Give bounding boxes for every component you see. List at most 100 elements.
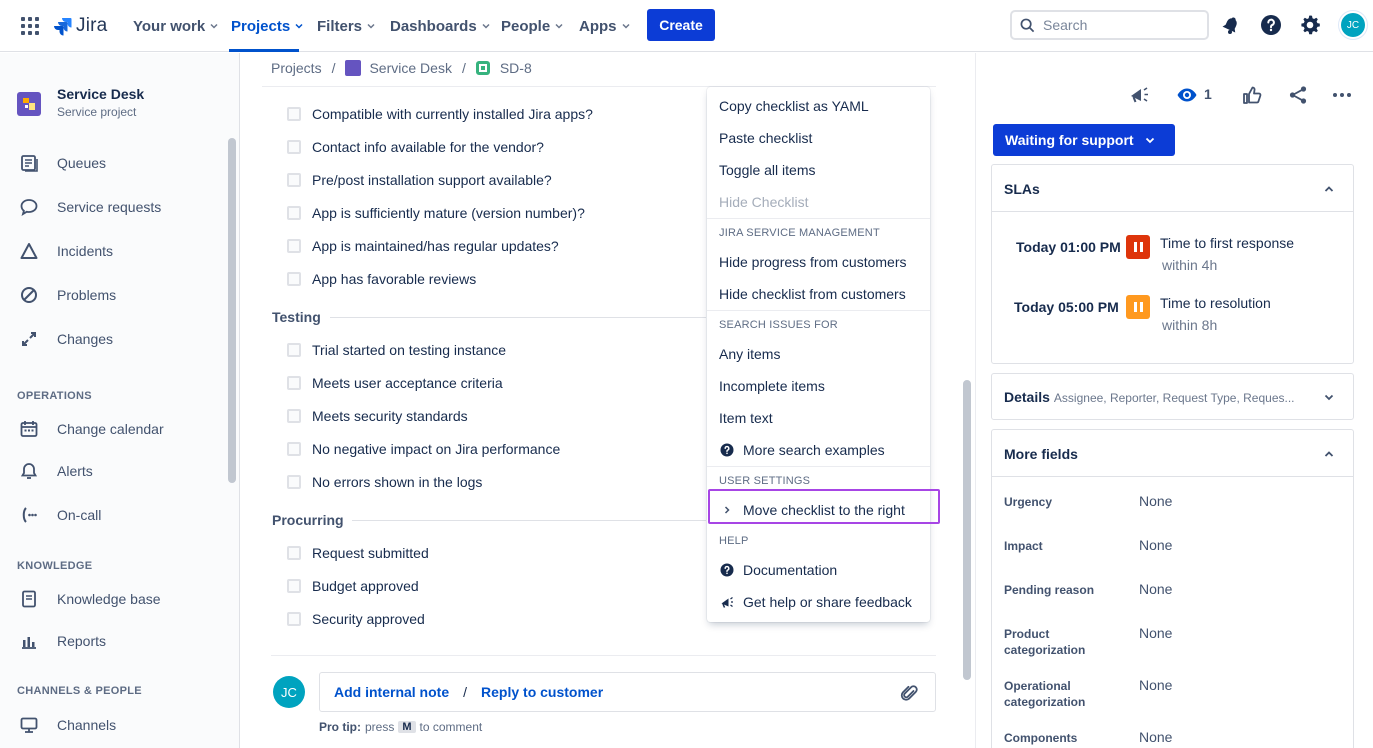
breadcrumb-issue-key[interactable]: SD-8 — [500, 60, 532, 76]
nav-filters[interactable]: Filters — [317, 16, 376, 36]
status-label: Waiting for support — [1005, 132, 1134, 148]
sidebar-item-alerts[interactable]: Alerts — [17, 459, 93, 483]
checkbox[interactable] — [287, 612, 301, 626]
user-avatar[interactable]: JC — [1341, 13, 1365, 37]
nav-dashboards[interactable]: Dashboards — [390, 16, 491, 36]
create-button[interactable]: Create — [647, 9, 715, 41]
nav-apps[interactable]: Apps — [579, 16, 631, 36]
checkbox[interactable] — [287, 239, 301, 253]
checkbox[interactable] — [287, 475, 301, 489]
breadcrumb-project[interactable]: Service Desk — [369, 60, 451, 76]
sidebar-item-label: Incidents — [57, 243, 114, 259]
slas-title[interactable]: SLAs — [1004, 181, 1040, 197]
field-value-urgency[interactable]: None — [1139, 493, 1172, 509]
notifications-icon[interactable] — [1220, 14, 1242, 36]
checkbox[interactable] — [287, 206, 301, 220]
sidebar-item-incidents[interactable]: Incidents — [17, 239, 113, 263]
project-name[interactable]: Service Desk — [57, 86, 144, 102]
paperclip-icon[interactable] — [899, 683, 919, 703]
feedback-megaphone-icon[interactable] — [1129, 84, 1151, 106]
menu-item-paste-checklist[interactable]: Paste checklist — [719, 128, 812, 148]
checklist-item[interactable]: App is maintained/has regular updates? — [287, 236, 559, 256]
chevron-down-icon[interactable] — [1323, 391, 1335, 403]
menu-item-item-text[interactable]: Item text — [719, 408, 773, 428]
breadcrumb-projects[interactable]: Projects — [271, 60, 322, 76]
checkbox[interactable] — [287, 107, 301, 121]
checklist-item[interactable]: Trial started on testing instance — [287, 340, 506, 360]
checkbox[interactable] — [287, 546, 301, 560]
sidebar-item-change-calendar[interactable]: Change calendar — [17, 417, 164, 441]
checklist-item[interactable]: Budget approved — [287, 576, 419, 596]
nav-projects[interactable]: Projects — [231, 16, 304, 36]
sidebar-item-on-call[interactable]: On-call — [17, 503, 101, 527]
watch-eye-icon[interactable] — [1176, 84, 1198, 106]
menu-item-any-items[interactable]: Any items — [719, 344, 780, 364]
checklist-item[interactable]: Pre/post installation support available? — [287, 170, 552, 190]
settings-gear-icon[interactable] — [1299, 14, 1321, 36]
search-box[interactable] — [1010, 10, 1209, 40]
checkbox[interactable] — [287, 173, 301, 187]
sidebar-item-reports[interactable]: Reports — [17, 629, 106, 653]
menu-item-hide-progress[interactable]: Hide progress from customers — [719, 252, 907, 272]
menu-item-copy-yaml[interactable]: Copy checklist as YAML — [719, 96, 869, 116]
checklist-item[interactable]: Security approved — [287, 609, 425, 629]
sidebar-item-label: Service requests — [57, 199, 162, 215]
checklist-item[interactable]: No negative impact on Jira performance — [287, 439, 560, 459]
add-internal-note-link[interactable]: Add internal note — [334, 684, 449, 700]
menu-item-incomplete-items[interactable]: Incomplete items — [719, 376, 825, 396]
search-input[interactable] — [1043, 17, 1193, 33]
checkbox[interactable] — [287, 376, 301, 390]
checkbox[interactable] — [287, 272, 301, 286]
checkbox[interactable] — [287, 442, 301, 456]
share-icon[interactable] — [1287, 84, 1309, 106]
field-value-components[interactable]: None — [1139, 729, 1172, 745]
menu-item-feedback[interactable]: Get help or share feedback — [719, 592, 912, 612]
slas-card: SLAs Today 01:00 PM Time to first respon… — [991, 164, 1354, 364]
details-card[interactable]: Details Assignee, Reporter, Request Type… — [991, 373, 1354, 420]
more-fields-card: More fields Urgency None Impact None Pen… — [991, 429, 1354, 748]
field-value-product-categorization[interactable]: None — [1139, 625, 1172, 641]
field-value-operational-categorization[interactable]: None — [1139, 677, 1172, 693]
sidebar-scrollbar[interactable] — [228, 138, 236, 483]
jira-logo[interactable]: Jira — [52, 14, 107, 38]
menu-item-toggle-all[interactable]: Toggle all items — [719, 160, 816, 180]
sidebar-item-queues[interactable]: Queues — [17, 151, 106, 175]
comment-box[interactable]: Add internal note / Reply to customer — [319, 672, 936, 712]
checkbox[interactable] — [287, 140, 301, 154]
menu-item-hide-checklist-customers[interactable]: Hide checklist from customers — [719, 284, 906, 304]
nav-people[interactable]: People — [501, 16, 564, 36]
status-dropdown-button[interactable]: Waiting for support — [993, 124, 1175, 156]
nav-your-work[interactable]: Your work — [133, 16, 219, 36]
chevron-up-icon[interactable] — [1323, 448, 1335, 460]
sidebar-item-channels[interactable]: Channels — [17, 713, 116, 737]
menu-item-documentation[interactable]: Documentation — [719, 560, 837, 580]
checklist-item[interactable]: Request submitted — [287, 543, 429, 563]
sidebar-item-service-requests[interactable]: Service requests — [17, 195, 161, 219]
field-value-pending-reason[interactable]: None — [1139, 581, 1172, 597]
more-actions-icon[interactable] — [1331, 84, 1353, 106]
more-fields-title[interactable]: More fields — [1004, 446, 1078, 462]
app-switcher-icon[interactable] — [20, 16, 40, 36]
checkbox[interactable] — [287, 343, 301, 357]
field-value-impact[interactable]: None — [1139, 537, 1172, 553]
checklist-item[interactable]: Compatible with currently installed Jira… — [287, 104, 593, 124]
comment-separator: / — [463, 684, 468, 700]
checklist-item[interactable]: Meets security standards — [287, 406, 468, 426]
details-header[interactable]: Details Assignee, Reporter, Request Type… — [1004, 389, 1324, 405]
sidebar-item-knowledge-base[interactable]: Knowledge base — [17, 587, 161, 611]
chevron-up-icon[interactable] — [1323, 183, 1335, 195]
menu-item-more-search-examples[interactable]: More search examples — [719, 440, 885, 460]
sidebar-item-problems[interactable]: Problems — [17, 283, 116, 307]
checklist-item[interactable]: Meets user acceptance criteria — [287, 373, 503, 393]
help-icon[interactable] — [1260, 14, 1282, 36]
checkbox[interactable] — [287, 579, 301, 593]
sidebar-item-changes[interactable]: Changes — [17, 327, 113, 351]
checkbox[interactable] — [287, 409, 301, 423]
checklist-item[interactable]: App is sufficiently mature (version numb… — [287, 203, 585, 223]
checklist-item[interactable]: No errors shown in the logs — [287, 472, 482, 492]
main-scrollbar[interactable] — [963, 380, 971, 680]
checklist-item[interactable]: App has favorable reviews — [287, 269, 476, 289]
reply-to-customer-link[interactable]: Reply to customer — [481, 684, 603, 700]
checklist-item[interactable]: Contact info available for the vendor? — [287, 137, 544, 157]
thumbs-up-icon[interactable] — [1241, 84, 1263, 106]
